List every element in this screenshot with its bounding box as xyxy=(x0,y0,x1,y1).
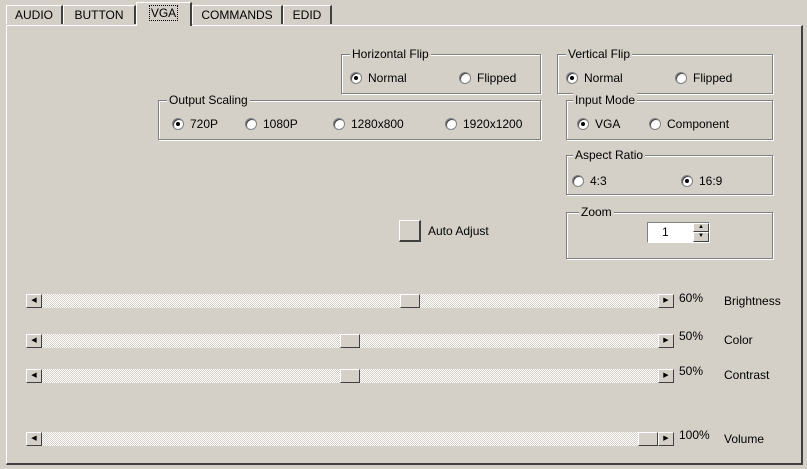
vertical-flip-title: Vertical Flip xyxy=(566,47,633,61)
brightness-value: 60% xyxy=(679,291,704,305)
tab-audio[interactable]: AUDIO xyxy=(6,5,63,24)
radio-label: VGA xyxy=(595,117,621,131)
aspect-ratio-title: Aspect Ratio xyxy=(573,148,646,162)
slider-left-arrow-icon[interactable]: ◀ xyxy=(26,369,42,383)
radio-dot xyxy=(566,71,578,84)
contrast-label: Contrast xyxy=(724,368,770,382)
slider-left-arrow-icon[interactable]: ◀ xyxy=(26,334,42,348)
aspect-ratio-16-9-radio[interactable]: 16:9 xyxy=(681,173,722,189)
zoom-value: 1 xyxy=(662,225,669,239)
radio-label: 1280x800 xyxy=(351,117,404,131)
radio-dot xyxy=(572,174,584,187)
input-mode-vga-radio[interactable]: VGA xyxy=(577,116,620,132)
output-scaling-group: Output Scaling 720P 1080P 1280x800 1920x… xyxy=(158,93,541,140)
brightness-label: Brightness xyxy=(724,294,781,308)
contrast-slider[interactable]: ◀ ▶ xyxy=(26,369,674,383)
horizontal-flip-flipped-radio[interactable]: Flipped xyxy=(459,70,516,86)
slider-right-arrow-icon[interactable]: ▶ xyxy=(658,334,674,348)
aspect-ratio-group: Aspect Ratio 4:3 16:9 xyxy=(566,148,773,195)
tab-vga[interactable]: VGA xyxy=(136,2,192,26)
radio-label: 4:3 xyxy=(590,174,607,188)
auto-adjust-button[interactable] xyxy=(399,220,421,242)
input-mode-group: Input Mode VGA Component xyxy=(566,93,773,140)
zoom-down-arrow-icon[interactable]: ▼ xyxy=(693,232,709,242)
output-scaling-title: Output Scaling xyxy=(167,93,250,107)
radio-dot xyxy=(350,71,362,84)
output-scaling-1080p-radio[interactable]: 1080P xyxy=(245,116,298,132)
tab-edid[interactable]: EDID xyxy=(283,5,332,24)
slider-right-arrow-icon[interactable]: ▶ xyxy=(658,369,674,383)
color-slider[interactable]: ◀ ▶ xyxy=(26,334,674,348)
aspect-ratio-4-3-radio[interactable]: 4:3 xyxy=(572,173,607,189)
vertical-flip-flipped-radio[interactable]: Flipped xyxy=(675,70,732,86)
radio-label: Normal xyxy=(368,71,407,85)
radio-label: 1920x1200 xyxy=(463,117,523,131)
radio-dot xyxy=(172,117,184,130)
zoom-stepper-buttons: ▲ ▼ xyxy=(693,223,709,242)
input-mode-component-radio[interactable]: Component xyxy=(649,116,729,132)
radio-label: 1080P xyxy=(263,117,298,131)
radio-dot xyxy=(245,117,257,130)
zoom-group: Zoom 1 ▲ ▼ xyxy=(566,205,773,259)
radio-label: Component xyxy=(667,117,730,131)
vertical-flip-group: Vertical Flip Normal Flipped xyxy=(557,47,773,94)
radio-dot xyxy=(459,71,471,84)
brightness-slider[interactable]: ◀ ▶ xyxy=(26,294,674,308)
radio-dot xyxy=(649,117,661,130)
radio-dot xyxy=(577,117,589,130)
zoom-up-arrow-icon[interactable]: ▲ xyxy=(693,223,709,232)
slider-track[interactable] xyxy=(42,432,658,446)
volume-label: Volume xyxy=(724,432,765,446)
horizontal-flip-group: Horizontal Flip Normal Flipped xyxy=(341,47,541,94)
output-scaling-1280x800-radio[interactable]: 1280x800 xyxy=(333,116,404,132)
zoom-title: Zoom xyxy=(579,205,614,219)
tab-strip: AUDIO BUTTON VGA COMMANDS EDID xyxy=(0,0,807,27)
radio-label: Flipped xyxy=(693,71,733,85)
color-label: Color xyxy=(724,333,753,347)
input-mode-title: Input Mode xyxy=(573,93,638,107)
horizontal-flip-title: Horizontal Flip xyxy=(350,47,431,61)
slider-thumb[interactable] xyxy=(638,432,658,446)
output-scaling-1920x1200-radio[interactable]: 1920x1200 xyxy=(445,116,522,132)
tab-commands[interactable]: COMMANDS xyxy=(192,5,283,24)
slider-left-arrow-icon[interactable]: ◀ xyxy=(26,294,42,308)
slider-thumb[interactable] xyxy=(399,294,420,308)
slider-right-arrow-icon[interactable]: ▶ xyxy=(658,294,674,308)
radio-dot xyxy=(333,117,345,130)
vertical-flip-normal-radio[interactable]: Normal xyxy=(566,70,623,86)
radio-dot xyxy=(681,174,693,187)
radio-label: Flipped xyxy=(477,71,517,85)
radio-dot xyxy=(445,117,457,130)
slider-thumb[interactable] xyxy=(340,369,360,383)
volume-slider[interactable]: ◀ ▶ xyxy=(26,432,674,446)
radio-label: 16:9 xyxy=(699,174,723,188)
contrast-value: 50% xyxy=(679,364,704,378)
slider-left-arrow-icon[interactable]: ◀ xyxy=(26,432,42,446)
zoom-stepper[interactable]: 1 ▲ ▼ xyxy=(647,222,710,243)
volume-value: 100% xyxy=(679,428,710,442)
tab-button[interactable]: BUTTON xyxy=(63,5,136,24)
tab-vga-label: VGA xyxy=(148,5,179,21)
slider-track[interactable] xyxy=(42,294,658,308)
radio-label: 720P xyxy=(190,117,219,131)
color-value: 50% xyxy=(679,329,704,343)
auto-adjust-label: Auto Adjust xyxy=(428,224,489,238)
radio-dot xyxy=(675,71,687,84)
output-scaling-720p-radio[interactable]: 720P xyxy=(172,116,218,132)
horizontal-flip-normal-radio[interactable]: Normal xyxy=(350,70,407,86)
slider-right-arrow-icon[interactable]: ▶ xyxy=(658,432,674,446)
radio-label: Normal xyxy=(584,71,623,85)
vga-panel: Horizontal Flip Normal Flipped Vertical … xyxy=(6,25,803,465)
slider-thumb[interactable] xyxy=(340,334,360,348)
